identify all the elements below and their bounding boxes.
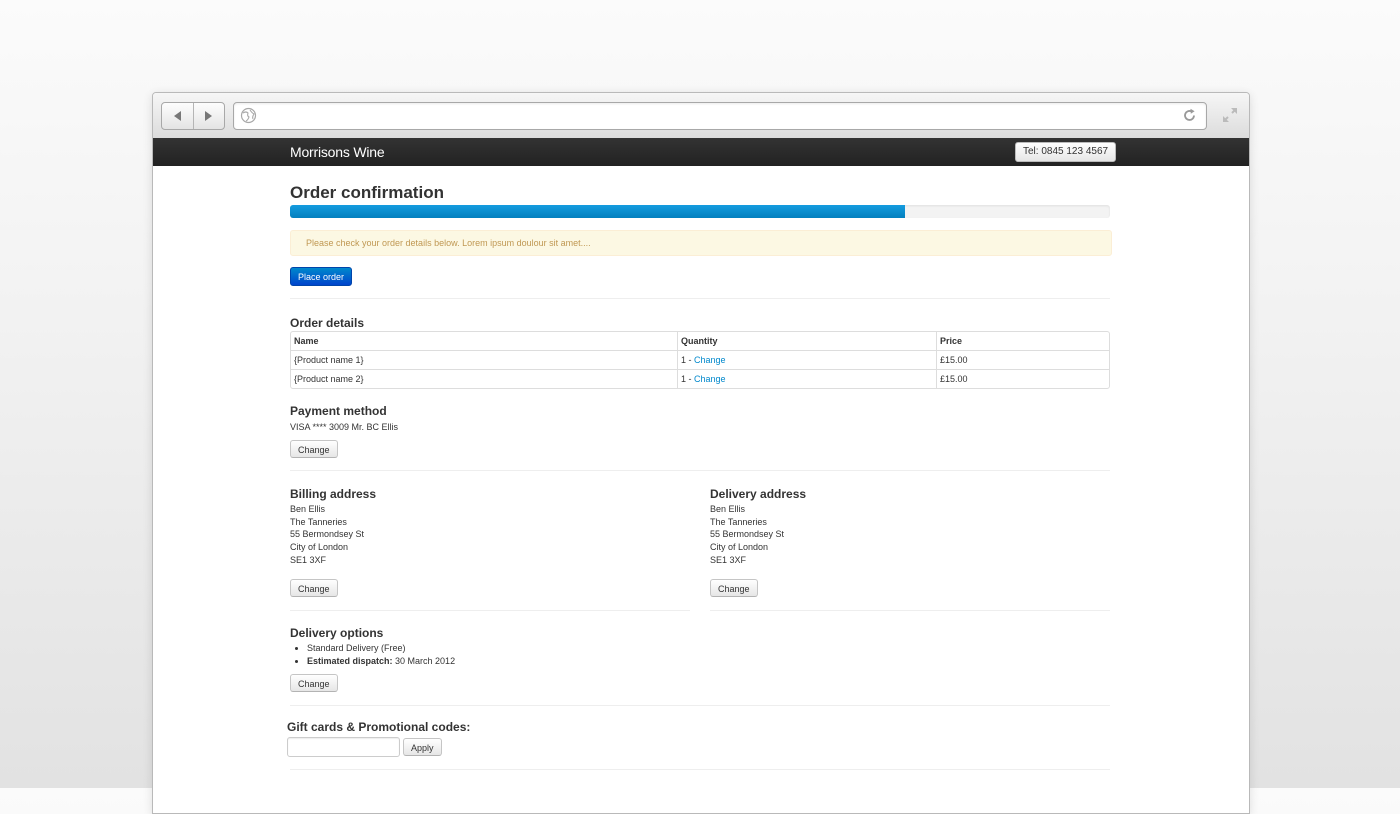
- billing-address-text: Ben Ellis The Tanneries 55 Bermondsey St…: [290, 503, 364, 567]
- divider: [290, 705, 1110, 706]
- address-line: City of London: [290, 542, 349, 553]
- product-name: {Product name 2}: [291, 369, 677, 388]
- address-line: 55 Bermondsey St: [710, 529, 785, 540]
- delivery-options-heading: Delivery options: [290, 626, 384, 640]
- address-line: City of London: [710, 542, 769, 553]
- page-title: Order confirmation: [290, 183, 444, 202]
- reload-icon[interactable]: [1181, 107, 1198, 124]
- change-delivery-address-button[interactable]: Change: [710, 579, 758, 597]
- price-cell: £15.00: [936, 350, 1109, 369]
- address-line: SE1 3XF: [710, 554, 747, 565]
- change-quantity-link[interactable]: Change: [694, 374, 726, 384]
- quantity-value: 1 -: [681, 374, 695, 384]
- delivery-address-heading: Delivery address: [710, 487, 807, 501]
- list-item: Standard Delivery (Free): [307, 642, 455, 655]
- browser-window: Morrisons Wine Tel: 0845 123 4567 Order …: [152, 92, 1250, 814]
- order-details-heading: Order details: [290, 316, 365, 330]
- delivery-address-text: Ben Ellis The Tanneries 55 Bermondsey St…: [710, 503, 784, 567]
- column-header: Price: [936, 332, 1109, 350]
- gift-cards-heading: Gift cards & Promotional codes:: [287, 720, 471, 734]
- change-billing-button[interactable]: Change: [290, 579, 338, 597]
- address-line: Ben Ellis: [290, 504, 326, 514]
- info-alert: Please check your order details below. L…: [290, 230, 1112, 256]
- address-line: The Tanneries: [710, 516, 767, 527]
- back-arrow-icon: [173, 111, 181, 121]
- forward-button[interactable]: [192, 103, 225, 129]
- divider: [290, 470, 1110, 471]
- table-row: {Product name 2} 1 - Change £15.00: [291, 369, 1109, 388]
- dispatch-date: 30 March 2012: [392, 655, 456, 666]
- telephone-button[interactable]: Tel: 0845 123 4567: [1015, 142, 1117, 162]
- list-item: Estimated dispatch: 30 March 2012: [307, 655, 455, 668]
- table-row: {Product name 1} 1 - Change £15.00: [291, 350, 1109, 369]
- change-quantity-link[interactable]: Change: [694, 355, 726, 365]
- payment-method-heading: Payment method: [290, 404, 387, 418]
- divider: [290, 769, 1110, 770]
- address-line: SE1 3XF: [290, 554, 327, 565]
- delivery-options-list: Standard Delivery (Free) Estimated dispa…: [290, 642, 455, 667]
- payment-card-text: VISA **** 3009 Mr. BC Ellis: [290, 422, 399, 432]
- divider: [710, 610, 1110, 611]
- product-name: {Product name 1}: [291, 350, 677, 369]
- divider: [290, 610, 690, 611]
- expand-icon[interactable]: [1221, 106, 1239, 124]
- forward-arrow-icon: [205, 111, 213, 121]
- price-cell: £15.00: [936, 369, 1109, 388]
- divider: [290, 298, 1110, 299]
- brand-logo[interactable]: Morrisons Wine: [290, 144, 385, 160]
- address-line: Ben Ellis: [710, 504, 746, 514]
- promo-code-input[interactable]: [287, 737, 400, 757]
- change-payment-button[interactable]: Change: [290, 440, 338, 458]
- address-line: 55 Bermondsey St: [290, 529, 365, 540]
- checkout-progress-bar: [290, 205, 1110, 218]
- nav-buttons: [161, 102, 225, 130]
- table-header-row: Name Quantity Price: [291, 332, 1109, 350]
- quantity-cell: 1 - Change: [677, 350, 936, 369]
- column-header: Name: [294, 336, 319, 346]
- billing-address-heading: Billing address: [290, 487, 377, 501]
- globe-icon: [240, 107, 257, 124]
- dispatch-label: Estimated dispatch:: [307, 655, 393, 666]
- place-order-button[interactable]: Place order: [290, 267, 353, 286]
- apply-code-button[interactable]: Apply: [403, 738, 442, 756]
- change-delivery-options-button[interactable]: Change: [290, 674, 338, 692]
- site-navbar: Morrisons Wine Tel: 0845 123 4567: [153, 138, 1249, 166]
- address-line: The Tanneries: [290, 516, 347, 527]
- progress-fill: [290, 205, 905, 218]
- back-button[interactable]: [162, 103, 193, 129]
- browser-toolbar: [153, 93, 1249, 139]
- column-header: Quantity: [677, 332, 936, 350]
- address-bar[interactable]: [233, 102, 1207, 130]
- quantity-cell: 1 - Change: [677, 369, 936, 388]
- quantity-value: 1 -: [681, 355, 695, 365]
- order-table: Name Quantity Price {Product name 1} 1 -…: [290, 331, 1110, 389]
